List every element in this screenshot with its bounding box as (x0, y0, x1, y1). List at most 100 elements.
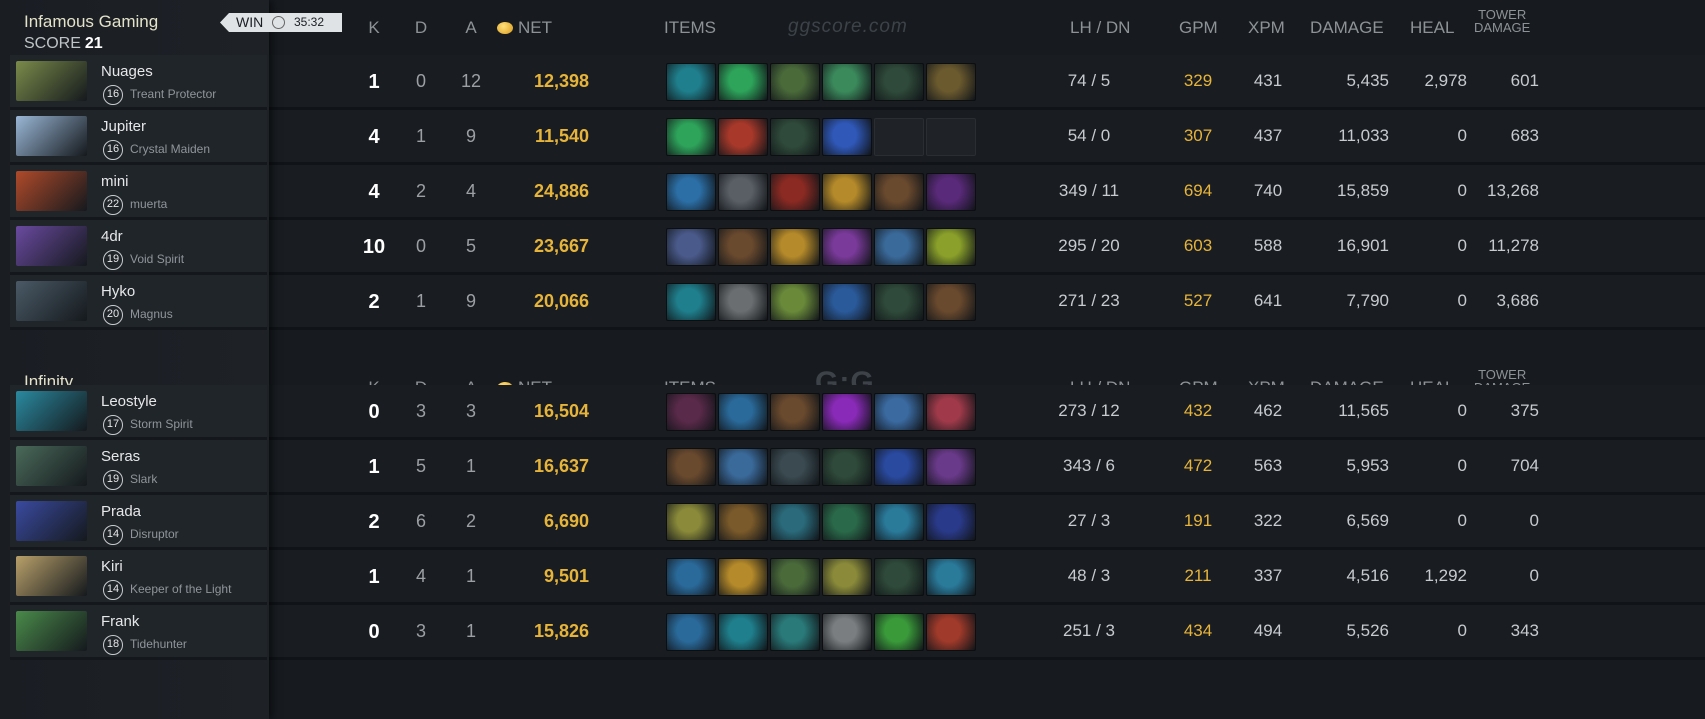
player-row[interactable]: Seras 19 Slark (10, 440, 267, 495)
item-icon[interactable] (926, 503, 976, 541)
item-icon[interactable] (666, 393, 716, 431)
player-row[interactable]: 4dr 19 Void Spirit (10, 220, 267, 275)
match-duration: 35:32 (294, 15, 325, 29)
item-icon[interactable] (926, 228, 976, 266)
player-name[interactable]: Kiri (101, 558, 123, 575)
item-icon[interactable] (874, 283, 924, 321)
item-icon[interactable] (770, 613, 820, 651)
hero-level: 20 (103, 305, 123, 325)
item-icon[interactable] (666, 613, 716, 651)
stat-gpm: 434 (1183, 621, 1213, 640)
player-name[interactable]: Prada (101, 503, 141, 520)
item-icon[interactable] (874, 613, 924, 651)
stat-xpm: 588 (1253, 236, 1283, 255)
player-row[interactable]: Kiri 14 Keeper of the Light (10, 550, 267, 605)
stat-deaths: 1 (415, 126, 426, 146)
item-icon[interactable] (718, 228, 768, 266)
item-icon[interactable] (822, 228, 872, 266)
item-icon[interactable] (926, 613, 976, 651)
hero-name: Void Spirit (130, 252, 185, 266)
item-icon[interactable] (926, 283, 976, 321)
player-name[interactable]: Jupiter (101, 118, 146, 135)
player-name[interactable]: Leostyle (101, 393, 157, 410)
item-icon[interactable] (874, 448, 924, 486)
col-tower-damage: TOWERDAMAGE (1474, 8, 1530, 34)
team-name: Infamous Gaming (24, 12, 159, 31)
item-icon[interactable] (770, 503, 820, 541)
item-icon[interactable] (666, 118, 716, 156)
item-icon[interactable] (874, 228, 924, 266)
player-row[interactable]: Hyko 20 Magnus (10, 275, 267, 330)
item-icon[interactable] (666, 283, 716, 321)
item-icon[interactable] (666, 448, 716, 486)
col-label: NET (518, 18, 552, 37)
item-icon[interactable] (718, 503, 768, 541)
item-icon[interactable] (718, 613, 768, 651)
item-icon[interactable] (926, 558, 976, 596)
stat-gpm: 694 (1183, 181, 1213, 200)
item-icon[interactable] (770, 448, 820, 486)
player-name[interactable]: Hyko (101, 283, 135, 300)
item-icon[interactable] (718, 173, 768, 211)
player-name[interactable]: Nuages (101, 63, 153, 80)
item-icon[interactable] (770, 393, 820, 431)
item-icon[interactable] (926, 393, 976, 431)
player-row[interactable]: Nuages 16 Treant Protector (10, 55, 267, 110)
item-icon[interactable] (874, 173, 924, 211)
stat-lh-dn: 271 / 23 (1058, 291, 1120, 310)
item-icon[interactable] (822, 503, 872, 541)
item-icon[interactable] (822, 558, 872, 596)
stat-lh-dn: 349 / 11 (1058, 181, 1120, 200)
item-icon[interactable] (718, 558, 768, 596)
team-header: InfinitySCORE4 (0, 330, 269, 413)
item-icon[interactable] (874, 503, 924, 541)
player-name[interactable]: 4dr (101, 228, 123, 245)
stats-row: 1 4 1 9,501 48 / 3 211 337 4,516 1,292 0 (269, 550, 1705, 605)
player-row[interactable]: Frank 18 Tidehunter (10, 605, 267, 660)
item-icon[interactable] (718, 283, 768, 321)
stat-tower-damage: 704 (1510, 456, 1539, 475)
item-icon[interactable] (770, 283, 820, 321)
item-icon[interactable] (666, 228, 716, 266)
item-icon[interactable] (822, 118, 872, 156)
item-icon[interactable] (874, 63, 924, 101)
item-icon[interactable] (666, 558, 716, 596)
item-icon[interactable] (874, 393, 924, 431)
item-icon[interactable] (926, 448, 976, 486)
item-icon[interactable] (718, 63, 768, 101)
player-row[interactable]: Prada 14 Disruptor (10, 495, 267, 550)
stat-kills: 2 (368, 291, 380, 313)
item-icon[interactable] (770, 173, 820, 211)
item-icon[interactable] (718, 448, 768, 486)
team-header: Infamous Gaming SCORE 21 WIN 35:32 (0, 0, 342, 60)
item-icon[interactable] (666, 173, 716, 211)
item-icon[interactable] (822, 63, 872, 101)
item-icon[interactable] (666, 63, 716, 101)
player-name[interactable]: mini (101, 173, 129, 190)
item-icon[interactable] (822, 393, 872, 431)
item-icon[interactable] (822, 613, 872, 651)
player-row[interactable]: Leostyle 17 Storm Spirit (10, 385, 267, 440)
player-row[interactable]: Jupiter 16 Crystal Maiden (10, 110, 267, 165)
item-icon[interactable] (718, 393, 768, 431)
item-icon[interactable] (770, 228, 820, 266)
item-icon[interactable] (770, 118, 820, 156)
item-icon[interactable] (666, 503, 716, 541)
item-icon[interactable] (822, 173, 872, 211)
item-icon[interactable] (822, 448, 872, 486)
empty-item-slot (874, 118, 924, 156)
stat-kills: 10 (362, 236, 386, 258)
item-icon[interactable] (770, 558, 820, 596)
player-name[interactable]: Frank (101, 613, 139, 630)
item-icon[interactable] (718, 118, 768, 156)
item-icon[interactable] (874, 558, 924, 596)
item-icon[interactable] (822, 283, 872, 321)
scoreboard-table: K D A NET ITEMS LH / DN GPM XPM DAMAGE HEAL TOWER D… (269, 0, 1705, 719)
item-icon[interactable] (770, 63, 820, 101)
stat-tower-damage: 11,278 (1488, 236, 1539, 255)
player-name[interactable]: Seras (101, 448, 140, 465)
item-icon[interactable] (926, 173, 976, 211)
stat-tower-damage: 375 (1510, 401, 1539, 420)
player-row[interactable]: mini 22 muerta (10, 165, 267, 220)
item-icon[interactable] (926, 63, 976, 101)
